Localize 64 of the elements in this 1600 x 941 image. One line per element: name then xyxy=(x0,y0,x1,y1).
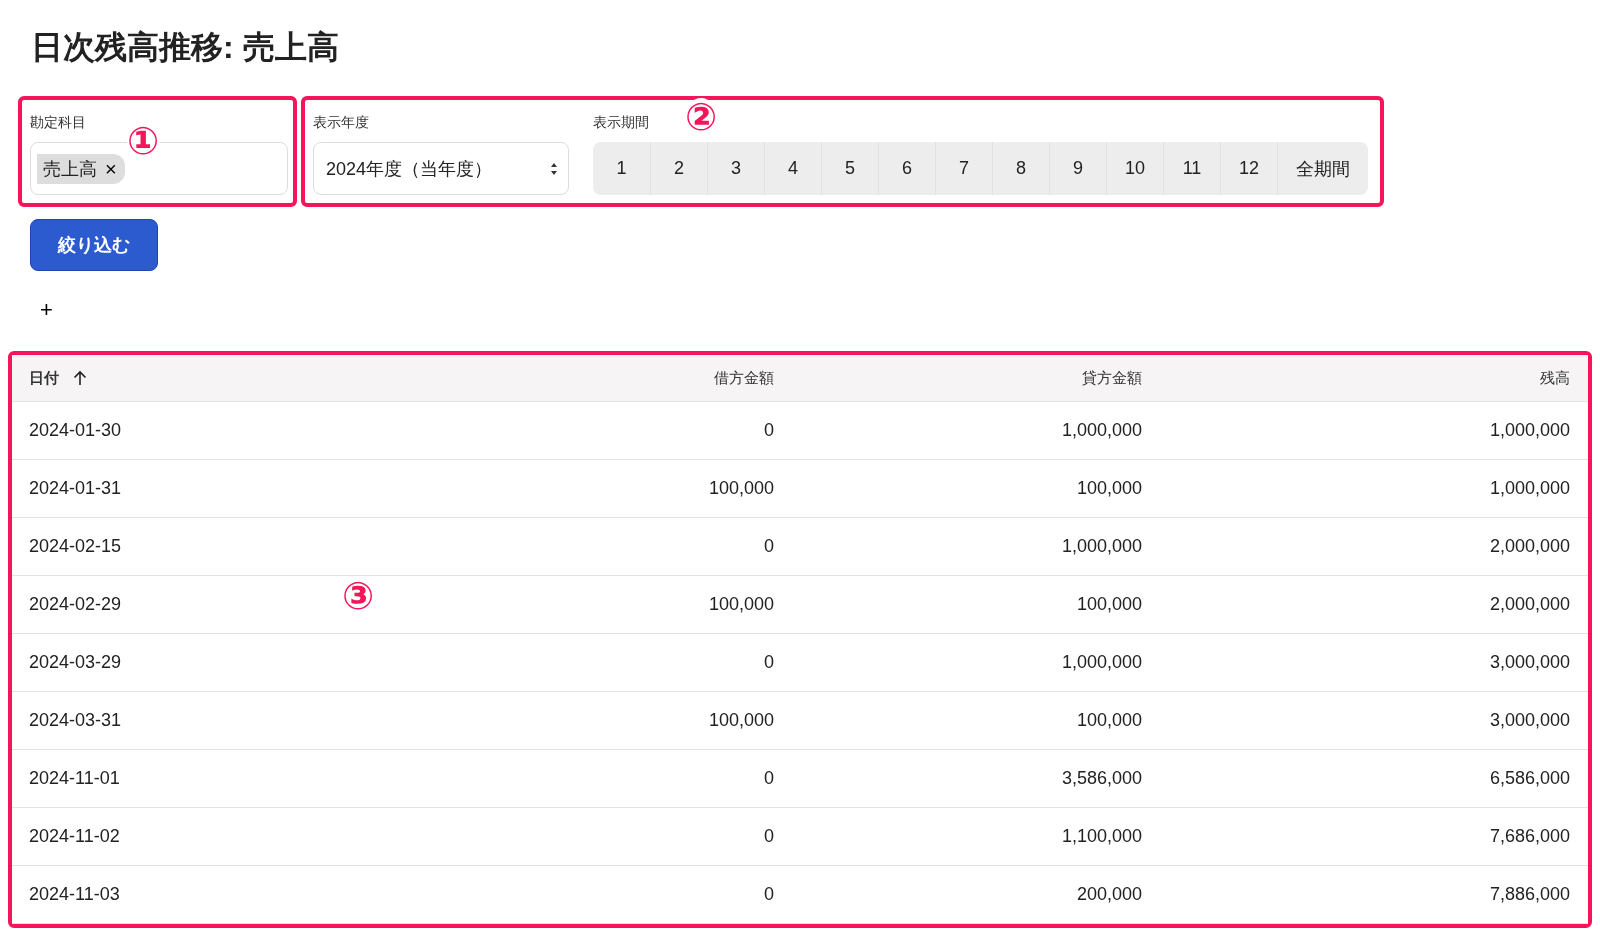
table-cell: 2024-01-30 xyxy=(29,420,122,441)
table-cell: 1,100,000 xyxy=(1061,826,1142,847)
field-label: 勘定科目 xyxy=(30,113,86,132)
table-cell: 2024-11-03 xyxy=(29,884,120,905)
field-label: 表示年度 xyxy=(313,113,369,132)
arrow-up-icon[interactable] xyxy=(73,370,87,386)
table-cell: 7,686,000 xyxy=(1489,826,1570,847)
table-cell: 2,000,000 xyxy=(1489,594,1570,615)
period-button[interactable]: 7 xyxy=(935,142,992,195)
table-cell: 0 xyxy=(764,768,774,789)
table-cell: 0 xyxy=(764,826,774,847)
period-button[interactable]: 1 xyxy=(593,142,650,195)
period-button[interactable]: 4 xyxy=(764,142,821,195)
table-cell: 100,000 xyxy=(1076,594,1142,615)
column-header[interactable]: 残高 xyxy=(1540,368,1570,388)
table-cell: 1,000,000 xyxy=(1061,420,1142,441)
period-button[interactable]: 全期間 xyxy=(1277,142,1369,195)
period-button[interactable]: 12 xyxy=(1220,142,1278,195)
table-cell: 3,586,000 xyxy=(1061,768,1142,789)
table-cell: 2,000,000 xyxy=(1489,536,1570,557)
table-cell: 6,586,000 xyxy=(1489,768,1570,789)
table-cell: 2024-02-15 xyxy=(29,536,122,557)
table-cell: 2024-02-29 xyxy=(29,594,122,615)
table-cell: 0 xyxy=(764,652,774,673)
table-cell: 1,000,000 xyxy=(1489,478,1570,499)
period-button[interactable]: 9 xyxy=(1049,142,1106,195)
table-cell: 200,000 xyxy=(1076,884,1142,905)
table-cell: 100,000 xyxy=(708,710,774,731)
table-cell: 1,000,000 xyxy=(1489,420,1570,441)
table-cell: 100,000 xyxy=(1076,710,1142,731)
table-cell: 1,000,000 xyxy=(1061,536,1142,557)
remove-tag-button[interactable]: × xyxy=(105,158,117,179)
table-cell: 3,000,000 xyxy=(1489,652,1570,673)
page-title: 日次残高推移: 売上高 xyxy=(31,28,340,67)
table-cell: 7,886,000 xyxy=(1489,884,1570,905)
table-cell: 2024-03-29 xyxy=(29,652,122,673)
table-cell: 1,000,000 xyxy=(1061,652,1142,673)
table-cell: 3,000,000 xyxy=(1489,710,1570,731)
table-cell: 2024-11-01 xyxy=(29,768,120,789)
add-button[interactable]: + xyxy=(36,297,57,323)
period-button[interactable]: 6 xyxy=(878,142,935,195)
table-cell: 100,000 xyxy=(708,594,774,615)
table-cell: 2024-01-31 xyxy=(29,478,122,499)
filter-button[interactable]: 絞り込む xyxy=(30,219,158,271)
period-button[interactable]: 2 xyxy=(650,142,707,195)
column-header[interactable]: 日付 xyxy=(29,368,59,388)
period-button[interactable]: 11 xyxy=(1163,142,1221,195)
table-cell: 0 xyxy=(764,536,774,557)
table-cell: 2024-11-02 xyxy=(29,826,120,847)
period-button[interactable]: 3 xyxy=(707,142,764,195)
column-header[interactable]: 貸方金額 xyxy=(1082,368,1142,388)
table-cell: 0 xyxy=(764,884,774,905)
table-cell: 100,000 xyxy=(1076,478,1142,499)
period-button[interactable]: 5 xyxy=(821,142,878,195)
year-select[interactable]: 2024年度（当年度） xyxy=(313,142,569,195)
account-tag: 売上高 × xyxy=(37,153,125,184)
period-button[interactable]: 10 xyxy=(1106,142,1164,195)
table-cell: 2024-03-31 xyxy=(29,710,122,731)
field-label: 表示期間 xyxy=(593,113,649,132)
table-cell: 100,000 xyxy=(708,478,774,499)
sort-arrows-icon xyxy=(550,161,558,176)
column-header[interactable]: 借方金額 xyxy=(714,368,774,388)
table-cell: 0 xyxy=(764,420,774,441)
period-button[interactable]: 8 xyxy=(992,142,1049,195)
